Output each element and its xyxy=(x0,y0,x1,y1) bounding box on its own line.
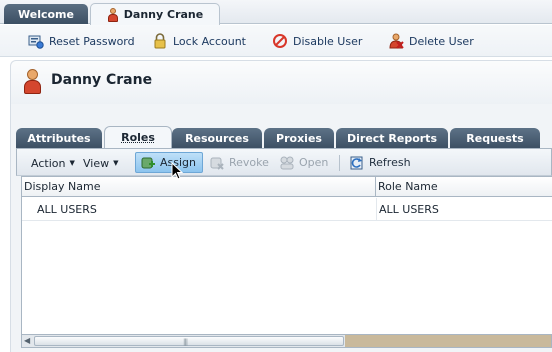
tab-welcome[interactable]: Welcome xyxy=(4,4,88,24)
tab-user-label: Danny Crane xyxy=(123,8,204,21)
assign-button[interactable]: Assign xyxy=(135,152,203,173)
column-header-display-name[interactable]: Display Name xyxy=(22,177,376,197)
revoke-button[interactable]: Revoke xyxy=(205,152,273,173)
roles-toolbar: Action ▼ View ▼ Assign Revoke Open Refre… xyxy=(16,148,552,176)
tab-roles[interactable]: Roles xyxy=(104,126,172,148)
user-icon xyxy=(23,69,41,95)
refresh-label: Refresh xyxy=(369,156,411,169)
tab-direct-reports[interactable]: Direct Reports xyxy=(336,128,448,148)
action-menu-label: Action xyxy=(31,156,66,170)
assign-icon xyxy=(140,155,156,171)
disable-user-button[interactable]: Disable User xyxy=(272,32,362,50)
scrollbar-track[interactable] xyxy=(345,335,551,347)
tab-user-danny-crane[interactable]: Danny Crane xyxy=(90,3,220,25)
lock-icon xyxy=(152,33,168,49)
chevron-down-icon: ▼ xyxy=(113,159,119,167)
reset-password-icon xyxy=(28,33,44,49)
disable-user-label: Disable User xyxy=(293,34,363,48)
tab-attributes[interactable]: Attributes xyxy=(16,128,102,148)
toolbar-divider xyxy=(339,155,340,171)
tab-requests[interactable]: Requests xyxy=(450,128,540,148)
view-menu[interactable]: View ▼ xyxy=(83,153,119,173)
reset-password-label: Reset Password xyxy=(49,34,135,48)
user-icon xyxy=(107,7,118,22)
column-divider xyxy=(376,198,377,221)
disable-icon xyxy=(272,33,288,49)
tab-proxies[interactable]: Proxies xyxy=(264,128,334,148)
lock-account-button[interactable]: Lock Account xyxy=(152,32,246,50)
user-actions-bar: Reset Password Lock Account Disable User xyxy=(0,25,552,57)
delete-user-button[interactable]: Delete User xyxy=(388,32,474,50)
open-label: Open xyxy=(299,156,329,169)
cell-display-name: ALL USERS xyxy=(37,202,97,216)
cell-role-name: ALL USERS xyxy=(379,202,439,216)
row-divider xyxy=(22,220,552,221)
refresh-icon xyxy=(349,155,365,171)
open-icon xyxy=(279,155,295,171)
reset-password-button[interactable]: Reset Password xyxy=(28,32,135,50)
user-header: Danny Crane xyxy=(10,60,552,104)
revoke-label: Revoke xyxy=(229,156,269,169)
delete-user-icon xyxy=(388,33,404,49)
scrollbar-thumb[interactable]: ||| xyxy=(34,336,344,346)
top-tab-strip: Welcome Danny Crane xyxy=(0,0,552,25)
revoke-icon xyxy=(209,155,225,171)
refresh-button[interactable]: Refresh xyxy=(345,152,415,173)
chevron-down-icon: ▼ xyxy=(69,159,75,167)
scroll-left-icon[interactable]: ◀ xyxy=(24,336,30,345)
tab-resources[interactable]: Resources xyxy=(172,128,262,148)
view-menu-label: View xyxy=(83,156,110,170)
lock-account-label: Lock Account xyxy=(173,34,246,48)
roles-table: Display Name Role Name ALL USERS ALL USE… xyxy=(21,176,552,336)
tab-roles-label: Roles xyxy=(121,131,155,144)
grip-icon: ||| xyxy=(183,338,188,346)
column-header-role-name[interactable]: Role Name xyxy=(376,177,552,197)
action-menu[interactable]: Action ▼ xyxy=(31,153,75,173)
page-title: Danny Crane xyxy=(51,72,153,88)
horizontal-scrollbar[interactable]: ◀ ||| xyxy=(21,334,552,348)
delete-user-label: Delete User xyxy=(409,34,474,48)
open-button[interactable]: Open xyxy=(275,152,332,173)
sub-tab-strip: Attributes Roles Resources Proxies Direc… xyxy=(16,126,552,148)
